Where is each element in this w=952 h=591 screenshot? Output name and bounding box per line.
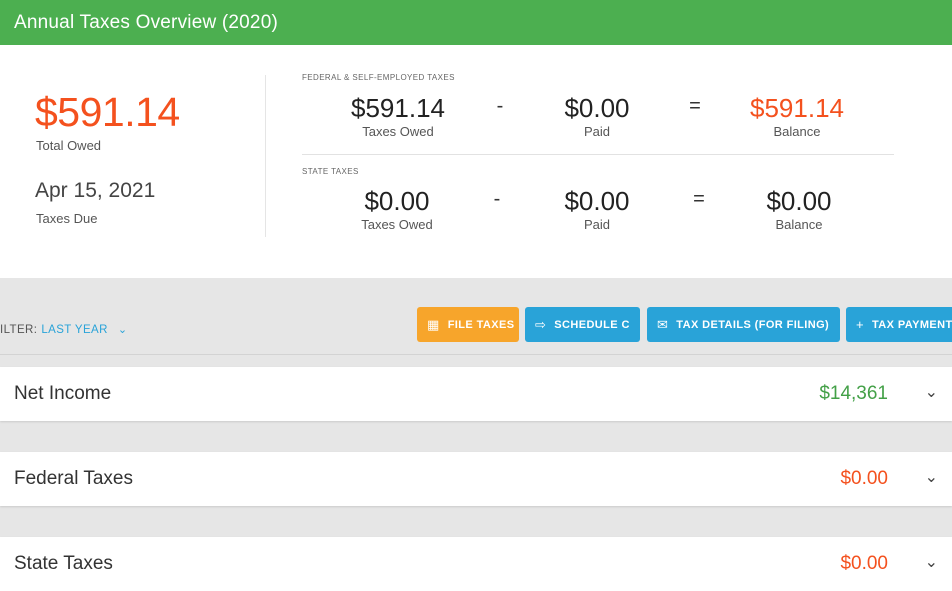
page-title: Annual Taxes Overview (2020) xyxy=(14,11,278,33)
minus-sign: - xyxy=(493,188,501,210)
federal-paid-amount: $0.00 xyxy=(564,93,630,123)
schedule-c-button[interactable]: ⇨ SCHEDULE C xyxy=(525,307,640,342)
tax-details-button[interactable]: ✉ TAX DETAILS (FOR FILING) xyxy=(647,307,840,342)
calendar-icon: ▦ xyxy=(427,316,440,332)
federal-owed-amount: $591.14 xyxy=(351,93,445,123)
state-taxes-row[interactable]: State Taxes $0.00 ⌄ xyxy=(0,537,952,591)
row-title: Net Income xyxy=(14,383,112,404)
state-balance-amount: $0.00 xyxy=(766,186,832,216)
federal-owed: $591.14 Taxes Owed xyxy=(323,93,473,139)
federal-section-label: FEDERAL & SELF-EMPLOYED TAXES xyxy=(302,73,455,82)
minus-sign: - xyxy=(496,95,504,117)
federal-balance-label: Balance xyxy=(773,124,821,139)
state-owed-amount: $0.00 xyxy=(364,186,430,216)
net-income-row[interactable]: Net Income $14,361 ⌄ xyxy=(0,367,952,421)
tax-payment-label: TAX PAYMENT xyxy=(872,318,952,331)
tax-payment-button[interactable]: + TAX PAYMENT xyxy=(846,307,952,342)
page-header: Annual Taxes Overview (2020) xyxy=(0,0,952,45)
row-value: $14,361 xyxy=(819,383,888,404)
equals-sign: = xyxy=(689,95,701,117)
toolbar: ILTER: LAST YEAR ⌄ ▦ FILE TAXES ⇨ SCHEDU… xyxy=(0,278,952,356)
row-title: State Taxes xyxy=(14,553,113,574)
row-value: $0.00 xyxy=(840,468,888,489)
summary-divider xyxy=(265,75,266,237)
row-title: Federal Taxes xyxy=(14,468,133,489)
state-balance-label: Balance xyxy=(775,217,823,232)
federal-balance: $591.14 Balance xyxy=(722,93,872,139)
total-owed-amount: $591.14 xyxy=(35,89,180,135)
total-owed-label: Total Owed xyxy=(36,138,102,153)
chevron-down-icon[interactable]: ⌄ xyxy=(925,382,938,402)
chevron-down-icon[interactable]: ⌄ xyxy=(925,552,938,572)
federal-paid-label: Paid xyxy=(583,124,611,139)
export-icon: ⇨ xyxy=(535,316,547,332)
file-taxes-button[interactable]: ▦ FILE TAXES xyxy=(417,307,519,342)
file-taxes-label: FILE TAXES xyxy=(447,318,515,331)
federal-paid: $0.00 Paid xyxy=(522,93,672,139)
row-value: $0.00 xyxy=(840,553,888,574)
state-balance: $0.00 Balance xyxy=(724,186,874,232)
plus-icon: + xyxy=(856,317,864,332)
federal-balance-amount: $591.14 xyxy=(750,93,844,123)
tax-summary-panel: $591.14 Total Owed Apr 15, 2021 Taxes Du… xyxy=(0,45,952,278)
section-divider xyxy=(302,154,894,155)
filter-label: ILTER: xyxy=(0,323,38,336)
chevron-down-icon[interactable]: ⌄ xyxy=(118,323,128,336)
filter-value[interactable]: LAST YEAR xyxy=(41,324,107,336)
chevron-down-icon[interactable]: ⌄ xyxy=(925,467,938,487)
filter-dropdown[interactable]: ILTER: LAST YEAR ⌄ xyxy=(0,323,128,337)
schedule-c-label: SCHEDULE C xyxy=(554,318,630,331)
taxes-due-label: Taxes Due xyxy=(36,211,98,226)
state-paid: $0.00 Paid xyxy=(522,186,672,232)
state-paid-label: Paid xyxy=(583,217,611,232)
federal-owed-label: Taxes Owed xyxy=(362,124,434,139)
state-owed-label: Taxes Owed xyxy=(361,217,433,232)
toolbar-divider xyxy=(0,354,952,355)
federal-taxes-row[interactable]: Federal Taxes $0.00 ⌄ xyxy=(0,452,952,506)
tax-details-label: TAX DETAILS (FOR FILING) xyxy=(676,318,830,331)
taxes-due-date: Apr 15, 2021 xyxy=(35,179,156,202)
mail-icon: ✉ xyxy=(657,316,669,332)
state-owed: $0.00 Taxes Owed xyxy=(322,186,472,232)
state-paid-amount: $0.00 xyxy=(564,186,630,216)
equals-sign: = xyxy=(693,188,705,210)
state-section-label: STATE TAXES xyxy=(302,167,359,176)
